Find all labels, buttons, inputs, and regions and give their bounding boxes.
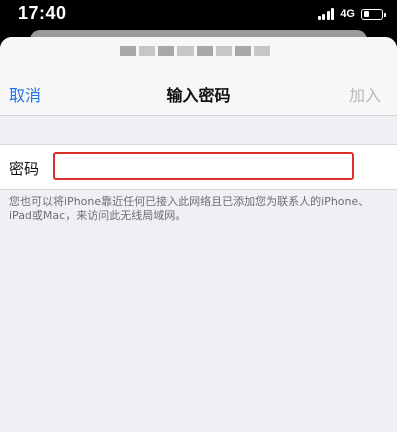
page-title: 输入密码 xyxy=(166,86,231,105)
battery-icon xyxy=(361,8,386,20)
password-label: 密码 xyxy=(9,160,40,178)
join-button[interactable]: 加入 xyxy=(349,82,381,106)
password-sheet: 取消 输入密码 加入 密码 您也可以将iPhone靠近任何已接入此网络且已添加您… xyxy=(0,37,397,432)
signal-icon xyxy=(317,8,335,20)
status-time: 17:40 xyxy=(18,3,67,23)
status-bar: 17:40 4G xyxy=(0,0,397,30)
nav-bar: 取消 输入密码 加入 xyxy=(0,37,397,116)
password-input[interactable] xyxy=(53,152,354,180)
status-indicators: 4G xyxy=(317,7,386,21)
network-type: 4G xyxy=(340,8,355,20)
network-name-redacted xyxy=(120,46,270,56)
password-row: 密码 xyxy=(0,144,397,190)
footnote-text: 您也可以将iPhone靠近任何已接入此网络且已添加您为联系人的iPhone、iP… xyxy=(9,195,370,222)
